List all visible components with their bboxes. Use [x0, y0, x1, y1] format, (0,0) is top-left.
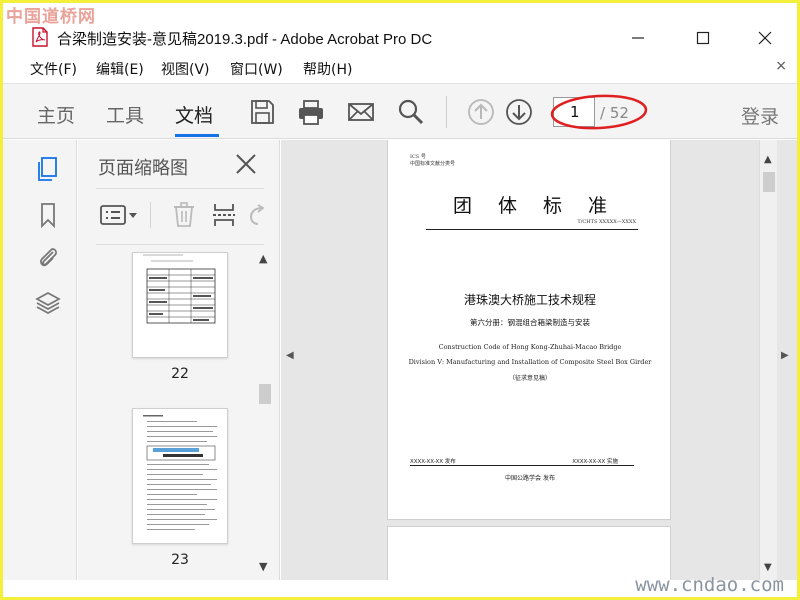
previous-page-icon[interactable] — [467, 98, 495, 126]
thumbnail-label-23: 23 — [171, 552, 189, 568]
active-tab-indicator — [175, 134, 219, 137]
save-icon[interactable] — [248, 98, 276, 126]
bookmark-icon[interactable] — [35, 202, 61, 228]
document-title: 港珠澳大桥施工技术规程 — [463, 293, 596, 307]
tab-home[interactable]: 主页 — [37, 101, 75, 128]
menu-help[interactable]: 帮助(H) — [303, 59, 352, 79]
thumbnail-scrollbar[interactable]: ▲ ▼ — [256, 246, 274, 580]
watermark-bottom: www.cndao.com — [635, 574, 784, 596]
thumbnail-label-22: 22 — [171, 366, 189, 382]
next-page-icon[interactable] — [505, 98, 533, 126]
navigation-rail — [3, 140, 77, 580]
menu-view[interactable]: 视图(V) — [161, 59, 210, 79]
attachment-icon[interactable] — [35, 244, 61, 270]
issue-date: XXXX-XX-XX 发布 — [410, 459, 456, 465]
doc-scrollbar-thumb[interactable] — [763, 172, 775, 192]
tab-document[interactable]: 文档 — [175, 101, 213, 128]
english-subtitle: Division Ⅴ: Manufacturing and Installati… — [408, 358, 652, 366]
panel-divider — [96, 244, 264, 245]
minimize-icon — [632, 37, 644, 39]
scroll-up-icon[interactable]: ▲ — [259, 252, 267, 265]
tools-separator — [150, 202, 151, 228]
title-bar: 合梁制造安装-意见稿2019.3.pdf - Adobe Acrobat Pro… — [3, 21, 797, 53]
search-icon[interactable] — [397, 98, 425, 126]
close-document-button[interactable]: × — [775, 58, 787, 74]
print-icon[interactable] — [297, 98, 325, 126]
thumbnail-tools — [96, 198, 264, 232]
pdf-page-1: ICS 号 中国标准文献分类号 团体标准 T/CHTS XXXXX—XXXX 港… — [387, 140, 671, 520]
rotate-page-icon[interactable] — [248, 204, 264, 228]
acrobat-window: 合梁制造安装-意见稿2019.3.pdf - Adobe Acrobat Pro… — [3, 3, 797, 597]
panel-divider — [96, 188, 264, 189]
standard-code: T/CHTS XXXXX—XXXX — [577, 219, 636, 225]
red-annotation-ellipse — [550, 94, 648, 130]
delete-page-icon[interactable] — [172, 202, 196, 228]
draft-note: （征求意见稿） — [508, 375, 551, 382]
page-thumbnails-icon[interactable] — [35, 156, 61, 182]
login-button[interactable]: 登录 — [741, 102, 779, 129]
thumbnail-options-icon[interactable] — [100, 204, 138, 226]
document-view: ◀ ICS 号 中国标准文献分类号 团体标准 T/CHTS XXXXX—XXXX… — [281, 140, 797, 580]
email-icon[interactable] — [347, 98, 375, 126]
scroll-down-icon[interactable]: ▼ — [259, 560, 267, 573]
menu-edit[interactable]: 编辑(E) — [96, 59, 144, 79]
maximize-icon — [696, 31, 710, 45]
ics-number: ICS 号 — [410, 154, 426, 160]
implement-date: XXXX-XX-XX 实施 — [572, 459, 618, 465]
english-title: Construction Code of Hong Kong-Zhuhai-Ma… — [438, 343, 622, 351]
menu-window[interactable]: 窗口(W) — [230, 59, 283, 79]
header-rule — [426, 229, 638, 230]
scrollbar-thumb[interactable] — [259, 384, 271, 404]
pdf-file-icon — [32, 27, 48, 47]
layers-icon[interactable] — [35, 290, 61, 316]
doc-scroll-up-icon[interactable]: ▲ — [764, 154, 772, 165]
thumbnail-page-22-preview — [143, 254, 216, 324]
maximize-button[interactable] — [683, 25, 723, 51]
classification-number: 中国标准文献分类号 — [410, 161, 456, 167]
window-title: 合梁制造安装-意见稿2019.3.pdf - Adobe Acrobat Pro… — [57, 31, 433, 48]
thumbnail-page-22[interactable] — [132, 252, 228, 358]
close-window-button[interactable] — [745, 25, 785, 51]
publisher: 中国公路学会 发布 — [505, 475, 555, 482]
insert-page-icon[interactable] — [212, 202, 236, 228]
document-scrollbar[interactable]: ▲ ▼ — [759, 140, 777, 580]
footer-rule — [410, 465, 634, 466]
pdf-page-2 — [387, 526, 671, 580]
tab-tools[interactable]: 工具 — [106, 101, 144, 128]
close-icon — [758, 31, 772, 45]
minimize-button[interactable] — [618, 25, 658, 51]
doc-scroll-down-icon[interactable]: ▼ — [764, 562, 772, 573]
thumbnails-panel: 页面缩略图 22 23 ▲ ▼ — [78, 140, 280, 580]
collapse-left-panel-icon[interactable]: ◀ — [286, 350, 294, 361]
close-panel-icon[interactable] — [234, 152, 258, 176]
menu-file[interactable]: 文件(F) — [30, 59, 77, 79]
thumbnail-list: 22 23 ▲ ▼ — [78, 246, 280, 580]
panel-title: 页面缩略图 — [98, 158, 188, 179]
document-subtitle: 第六分册：钢混组合箱梁制造与安装 — [470, 318, 590, 327]
watermark-top: 中国道桥网 — [6, 7, 96, 27]
thumbnail-page-23[interactable] — [132, 408, 228, 544]
expand-right-panel-icon[interactable]: ▶ — [781, 350, 789, 361]
standard-heading: 团体标准 — [452, 195, 633, 217]
thumbnail-page-23-preview — [143, 415, 217, 530]
main-toolbar: 主页 工具 文档 1 / 52 登录 — [3, 83, 797, 139]
menu-bar: 文件(F) 编辑(E) 视图(V) 窗口(W) 帮助(H) × — [3, 55, 797, 81]
toolbar-separator — [446, 96, 447, 128]
